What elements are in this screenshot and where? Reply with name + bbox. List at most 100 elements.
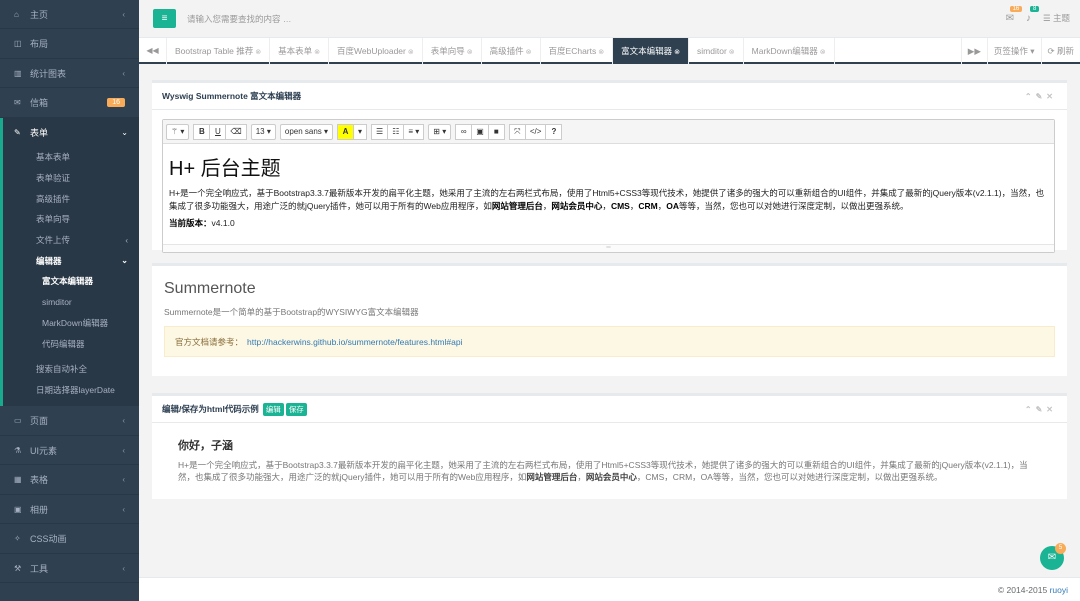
fullscreen-button[interactable]: ⤧ xyxy=(508,123,526,140)
sidebar-subitem-autocomplete[interactable]: 搜索自动补全 xyxy=(3,359,139,380)
tab-advanced-plugins[interactable]: 高级插件 ⊗ xyxy=(482,38,541,64)
wrench-icon[interactable]: ✎ xyxy=(1036,92,1047,101)
panel-title: Wyswig Summernote 富文本编辑器 ⌃✎✕ xyxy=(152,83,1067,110)
sidebar-item-home[interactable]: ⌂ 主页 ‹ xyxy=(0,0,139,29)
tab-echarts[interactable]: 百度ECharts ⊗ xyxy=(541,38,614,64)
link-icon: ∞ xyxy=(460,127,467,136)
sidebar-subitem-editor[interactable]: 编辑器 ⌄ xyxy=(3,250,139,271)
editor-resize-handle[interactable]: ═ xyxy=(163,244,1054,252)
sidebar-item-mailbox[interactable]: ✉ 信箱 16 xyxy=(0,88,139,118)
codeview-button[interactable]: </> xyxy=(524,123,547,140)
edit-button[interactable]: 编辑 xyxy=(262,402,284,416)
menu-toggle-button[interactable]: ≡ xyxy=(153,9,176,28)
close-icon[interactable]: ⊗ xyxy=(526,49,532,56)
tab-bootstrap-table[interactable]: Bootstrap Table 推荐 ⊗ xyxy=(167,38,271,64)
ordered-list-button[interactable]: ☷ xyxy=(387,123,405,140)
docs-link[interactable]: http://hackerwins.github.io/summernote/f… xyxy=(247,337,462,347)
eraser-icon: ⌫ xyxy=(230,127,242,136)
unordered-list-button[interactable]: ☰ xyxy=(371,123,389,140)
sidebar-subitem-basic-form[interactable]: 基本表单 xyxy=(3,147,139,168)
desktop-icon: ▭ xyxy=(14,416,22,425)
color-group: A ▾ xyxy=(337,123,368,140)
tab-basic-form[interactable]: 基本表单 ⊗ xyxy=(270,38,330,64)
sidebar-subitem-markdown[interactable]: MarkDown编辑器 xyxy=(3,313,139,334)
table-dropdown[interactable]: ⊞ ▾ xyxy=(428,123,452,140)
sidebar-item-label: 页面 xyxy=(30,416,49,426)
content-heading: 你好，子涵 xyxy=(178,440,233,452)
sidebar-subitem-code-editor[interactable]: 代码编辑器 xyxy=(3,333,139,354)
close-icon[interactable]: ✕ xyxy=(1046,92,1057,101)
sidebar-item-layout[interactable]: ◫ 布局 xyxy=(0,29,139,59)
sidebar-subitem-layerdate[interactable]: 日期选择器layerDate xyxy=(3,380,139,401)
picture-button[interactable]: ▣ xyxy=(471,123,489,140)
sidebar-subitem-advanced-plugins[interactable]: 高级插件 xyxy=(3,188,139,209)
copyright-text: © 2014-2015 xyxy=(997,585,1050,595)
close-icon[interactable]: ⊗ xyxy=(598,49,604,56)
bold-text: 网站会员中心 xyxy=(585,472,637,482)
tab-markdown[interactable]: MarkDown编辑器 ⊗ xyxy=(744,38,835,64)
editor-content[interactable]: H+ 后台主题 H+是一个完全响应式，基于Bootstrap3.3.7最新版本开… xyxy=(163,144,1054,238)
align-dropdown[interactable]: ≡ ▾ xyxy=(403,123,425,140)
sidebar-subitem-form-wizard[interactable]: 表单向导 xyxy=(3,209,139,230)
close-icon[interactable]: ⊗ xyxy=(408,49,414,56)
tab-webuploader[interactable]: 百度WebUploader ⊗ xyxy=(329,38,423,64)
save-button[interactable]: 保存 xyxy=(285,402,307,416)
tab-form-wizard[interactable]: 表单向导 ⊗ xyxy=(423,38,482,64)
collapse-icon[interactable]: ⌃ xyxy=(1025,92,1036,101)
sidebar-item-tables[interactable]: ▦ 表格 ‹ xyxy=(0,465,139,495)
sidebar-subitem-form-validate[interactable]: 表单验证 xyxy=(3,168,139,189)
sidebar-subitem-simditor[interactable]: simditor xyxy=(3,292,139,313)
tab-simditor[interactable]: simditor ⊗ xyxy=(689,38,744,64)
tabs-scroll-right-button[interactable]: ▶▶ xyxy=(960,38,987,64)
font-name-dropdown[interactable]: open sans ▾ xyxy=(279,123,334,140)
style-dropdown[interactable]: ⚚ ▾ xyxy=(166,123,190,140)
bold-button[interactable]: B xyxy=(193,123,211,140)
sidebar-item-label: 编辑器 xyxy=(36,255,62,266)
close-icon[interactable]: ✕ xyxy=(1046,405,1057,414)
color-dropdown[interactable]: ▾ xyxy=(353,123,368,140)
bar-chart-icon: ▥ xyxy=(14,68,22,78)
tab-ops-dropdown[interactable]: 页签操作 ▾ xyxy=(986,38,1041,64)
summernote-info-panel: Summernote Summernote是一个简单的基于Bootstrap的W… xyxy=(152,263,1067,376)
close-icon[interactable]: ⊗ xyxy=(729,49,735,56)
eraser-button[interactable]: ⌫ xyxy=(225,123,247,140)
underline-button[interactable]: U xyxy=(209,123,227,140)
sidebar-item-css-animation[interactable]: ✧ CSS动画 xyxy=(0,524,139,554)
sidebar-item-gallery[interactable]: ▣ 相册 ‹ xyxy=(0,495,139,525)
bold-text: CRM xyxy=(638,200,658,211)
close-icon[interactable]: ⊗ xyxy=(467,49,473,56)
sidebar-item-label: 表格 xyxy=(30,475,49,485)
sidebar-subitem-rich-editor[interactable]: 富文本编辑器 xyxy=(3,271,139,292)
wrench-icon[interactable]: ✎ xyxy=(1036,405,1047,414)
close-icon[interactable]: ⊗ xyxy=(255,49,261,56)
author-link[interactable]: ruoyi xyxy=(1050,585,1068,595)
close-icon[interactable]: ⊗ xyxy=(820,49,826,56)
notifications-button[interactable]: ♪ 8 xyxy=(1026,5,1040,24)
close-icon[interactable]: ⊗ xyxy=(314,49,320,56)
sidebar-item-form[interactable]: ✎ 表单 ⌄ xyxy=(3,118,139,147)
sidebar-item-ui[interactable]: ⚗ UI元素 ‹ xyxy=(0,436,139,466)
tab-rich-editor[interactable]: 富文本编辑器 ⊗ xyxy=(613,38,690,64)
search-input[interactable]: 请输入您需要查找的内容 … xyxy=(187,13,291,25)
theme-button[interactable]: ☰ 主题 xyxy=(1043,12,1070,24)
collapse-icon[interactable]: ⌃ xyxy=(1025,405,1036,414)
backward-icon: ◀◀ xyxy=(146,46,159,55)
font-size-dropdown[interactable]: 13 ▾ xyxy=(250,123,276,140)
link-button[interactable]: ∞ xyxy=(455,123,473,140)
video-button[interactable]: ■ xyxy=(487,123,505,140)
info-title: Summernote xyxy=(164,280,256,297)
panel-title: 编辑/保存为html代码示例 编辑 保存 ⌃✎✕ xyxy=(152,396,1067,423)
font-color-button[interactable]: A xyxy=(337,123,355,140)
refresh-button[interactable]: ⟳ 刷新 xyxy=(1040,38,1080,64)
tabs-scroll-left-button[interactable]: ◀◀ xyxy=(139,38,167,64)
messages-button[interactable]: ✉ 16 xyxy=(1006,5,1023,24)
help-button[interactable]: ? xyxy=(545,123,563,140)
version-line: 当前版本：v4.1.0 xyxy=(169,217,1048,230)
sidebar-item-pages[interactable]: ▭ 页面 ‹ xyxy=(0,406,139,436)
tab-label: 基本表单 xyxy=(278,46,313,56)
sidebar-item-charts[interactable]: ▥ 统计图表 ‹ xyxy=(0,59,139,88)
sidebar-item-tools[interactable]: ⚒ 工具 ‹ xyxy=(0,554,139,584)
sidebar-subitem-file-upload[interactable]: 文件上传 ‹ xyxy=(3,230,139,251)
close-icon[interactable]: ⊗ xyxy=(674,49,680,56)
sidebar-item-label: 表单 xyxy=(30,128,49,138)
